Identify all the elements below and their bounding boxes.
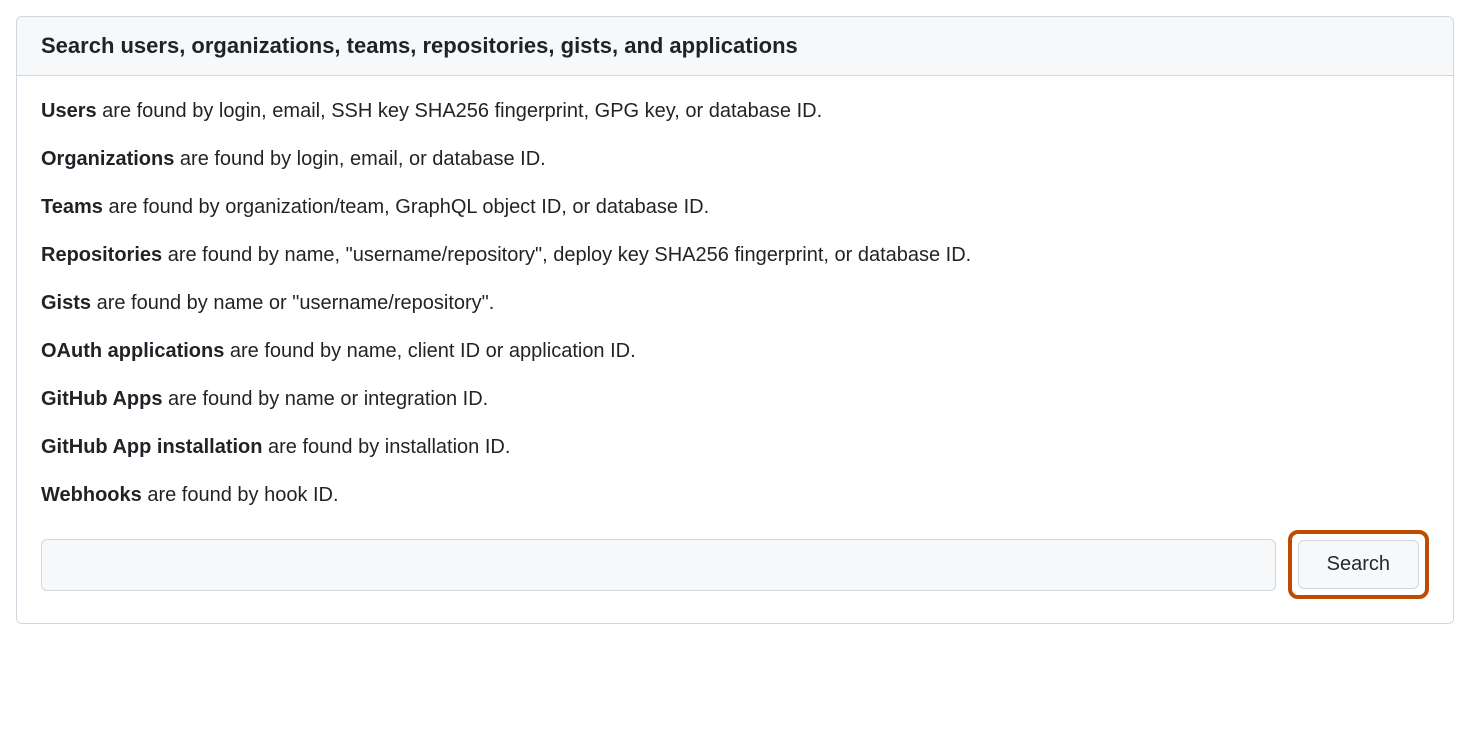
hint-repositories: Repositories are found by name, "usernam…	[41, 240, 1429, 270]
hint-users: Users are found by login, email, SSH key…	[41, 96, 1429, 126]
search-panel: Search users, organizations, teams, repo…	[16, 16, 1454, 624]
hint-github-apps: GitHub Apps are found by name or integra…	[41, 384, 1429, 414]
hint-gists-label: Gists	[41, 292, 91, 314]
hint-organizations-label: Organizations	[41, 148, 174, 170]
hint-gists: Gists are found by name or "username/rep…	[41, 288, 1429, 318]
hint-webhooks: Webhooks are found by hook ID.	[41, 480, 1429, 510]
panel-title: Search users, organizations, teams, repo…	[41, 33, 1429, 59]
hint-gists-text: are found by name or "username/repositor…	[91, 292, 494, 314]
hint-users-text: are found by login, email, SSH key SHA25…	[97, 100, 823, 122]
hint-webhooks-label: Webhooks	[41, 484, 142, 506]
hint-github-app-installation: GitHub App installation are found by ins…	[41, 432, 1429, 462]
hint-teams: Teams are found by organization/team, Gr…	[41, 192, 1429, 222]
hint-oauth-applications-text: are found by name, client ID or applicat…	[224, 340, 635, 362]
hint-github-app-installation-label: GitHub App installation	[41, 436, 262, 458]
hint-repositories-label: Repositories	[41, 244, 162, 266]
search-row: Search	[41, 530, 1429, 599]
search-button[interactable]: Search	[1298, 540, 1419, 589]
hint-repositories-text: are found by name, "username/repository"…	[162, 244, 971, 266]
search-input[interactable]	[41, 539, 1276, 591]
hint-github-apps-text: are found by name or integration ID.	[162, 388, 488, 410]
search-button-highlight: Search	[1288, 530, 1429, 599]
hint-oauth-applications: OAuth applications are found by name, cl…	[41, 336, 1429, 366]
hint-webhooks-text: are found by hook ID.	[142, 484, 339, 506]
hint-teams-text: are found by organization/team, GraphQL …	[103, 196, 709, 218]
panel-body: Users are found by login, email, SSH key…	[17, 76, 1453, 623]
hint-organizations: Organizations are found by login, email,…	[41, 144, 1429, 174]
panel-header: Search users, organizations, teams, repo…	[17, 17, 1453, 76]
hint-teams-label: Teams	[41, 196, 103, 218]
hint-oauth-applications-label: OAuth applications	[41, 340, 224, 362]
hint-github-apps-label: GitHub Apps	[41, 388, 162, 410]
hint-organizations-text: are found by login, email, or database I…	[174, 148, 545, 170]
hint-github-app-installation-text: are found by installation ID.	[262, 436, 510, 458]
hint-users-label: Users	[41, 100, 97, 122]
